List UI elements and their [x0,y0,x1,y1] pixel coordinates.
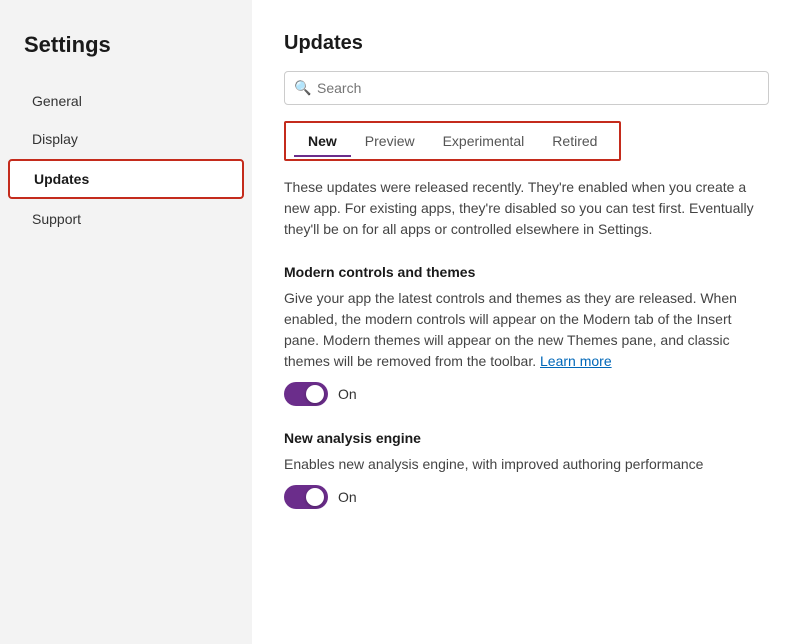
tab-retired[interactable]: Retired [538,127,611,157]
section-new-analysis-engine-title: New analysis engine [284,430,769,446]
section-new-analysis-engine-desc: Enables new analysis engine, with improv… [284,454,769,475]
tab-experimental[interactable]: Experimental [429,127,539,157]
search-container: 🔍 [284,71,769,105]
toggle-new-analysis-engine[interactable] [284,485,328,509]
tab-preview[interactable]: Preview [351,127,429,157]
toggle-row-0: On [284,382,769,406]
section-modern-controls-desc: Give your app the latest controls and th… [284,288,769,372]
tab-description: These updates were released recently. Th… [284,177,769,240]
main-content: Updates 🔍 New Preview Experimental Retir… [252,0,801,644]
tab-new[interactable]: New [294,127,351,157]
toggle-track-0 [284,382,328,406]
toggle-modern-controls[interactable] [284,382,328,406]
page-title: Updates [284,32,769,55]
tabs-container: New Preview Experimental Retired [284,121,621,161]
sidebar-item-display[interactable]: Display [8,121,244,157]
app-title: Settings [0,32,252,82]
toggle-track-1 [284,485,328,509]
sidebar-item-updates[interactable]: Updates [8,159,244,199]
search-input[interactable] [284,71,769,105]
toggle-thumb-1 [306,488,324,506]
learn-more-link-0[interactable]: Learn more [540,353,612,369]
toggle-label-0: On [338,386,357,402]
toggle-thumb-0 [306,385,324,403]
toggle-label-1: On [338,489,357,505]
section-new-analysis-engine: New analysis engine Enables new analysis… [284,430,769,509]
section-modern-controls-title: Modern controls and themes [284,264,769,280]
sidebar-item-support[interactable]: Support [8,201,244,237]
toggle-row-1: On [284,485,769,509]
sidebar: Settings General Display Updates Support [0,0,252,644]
search-icon: 🔍 [294,80,311,97]
section-modern-controls: Modern controls and themes Give your app… [284,264,769,406]
sidebar-item-general[interactable]: General [8,83,244,119]
